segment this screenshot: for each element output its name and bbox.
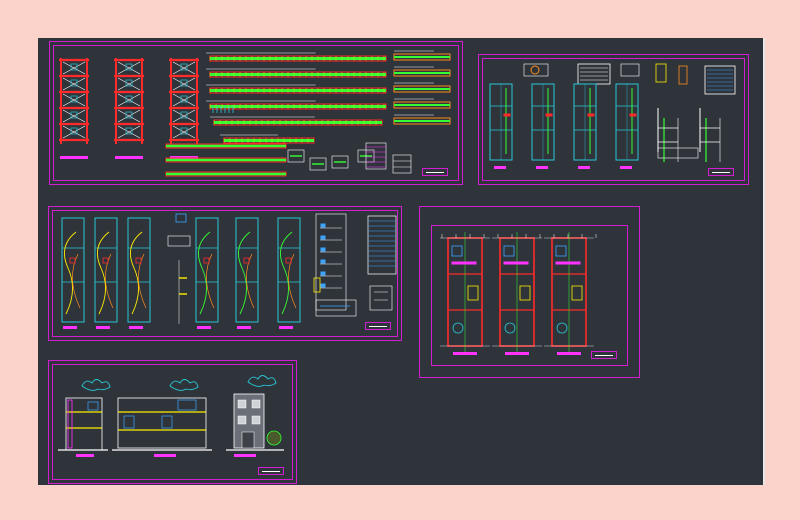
wiring-path [63,231,77,315]
plumbing-plan-label [494,166,506,169]
electrical-plan-label [63,326,77,329]
plumbing-plan-label [578,166,590,169]
furniture-symbol [556,322,568,334]
wiring-path [96,231,110,315]
plan-label [60,156,88,159]
section-label [76,454,94,457]
canvas-edge [763,38,765,485]
wiring-path [279,231,293,315]
tree-symbol [266,430,282,446]
cad-drawing-canvas[interactable] [38,38,765,485]
plan-label [115,156,143,159]
plumbing-plan-label [536,166,548,169]
wiring-path [72,253,81,309]
furniture-symbol [452,322,464,334]
wiring-path [288,253,297,309]
wiring-path [138,253,147,309]
electrical-plan-label [96,326,110,329]
section-label [154,454,176,457]
plumbing-detail [530,65,540,75]
wiring-path [129,231,143,315]
tree-outline [247,375,277,387]
wiring-path [105,253,114,309]
electrical-plan-label [237,326,251,329]
plumbing-plan-label [620,166,632,169]
wiring-path [197,231,211,315]
floor-plan-label [505,352,529,355]
furniture-symbol [504,322,516,334]
electrical-plan-label [197,326,211,329]
wiring-path [237,231,251,315]
electrical-plan-label [279,326,293,329]
floor-plan-label [557,352,581,355]
electrical-plan-label [129,326,143,329]
wiring-path [206,253,215,309]
tree-outline [81,379,111,391]
tree-outline [169,379,199,391]
wiring-path [246,253,255,309]
elevation-label [234,454,256,457]
cad-linework [58,50,736,457]
floor-plan-label [453,352,477,355]
